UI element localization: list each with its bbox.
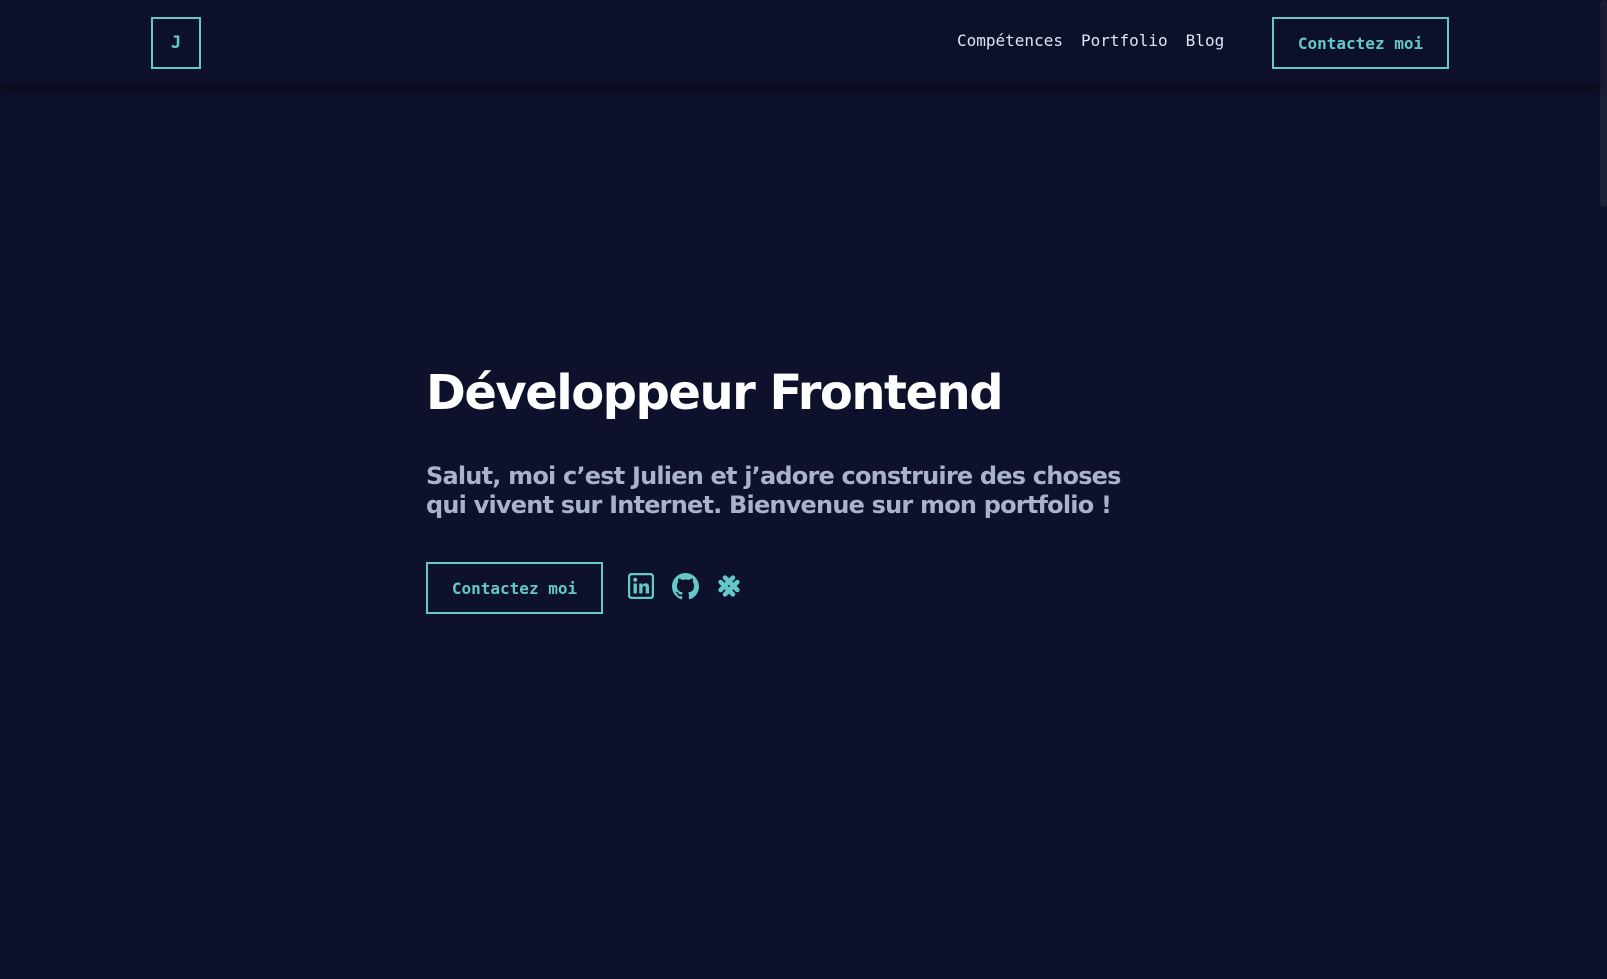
social-links (628, 572, 742, 600)
logo-button[interactable]: J (151, 17, 201, 69)
header-contact-button[interactable]: Contactez moi (1272, 17, 1449, 69)
linkedin-icon (628, 573, 654, 599)
hero-subtitle: Salut, moi c’est Julien et j’adore const… (426, 462, 1121, 519)
nav-link-blog[interactable]: Blog (1186, 30, 1225, 52)
hero-contact-button[interactable]: Contactez moi (426, 562, 603, 614)
malt-link[interactable] (716, 572, 742, 600)
site-header: J Compétences Portfolio Blog Contactez m… (0, 0, 1600, 84)
nav-link-portfolio[interactable]: Portfolio (1081, 30, 1168, 52)
linkedin-link[interactable] (628, 572, 654, 600)
malt-icon (715, 572, 743, 600)
scrollbar-thumb[interactable] (1600, 0, 1607, 207)
hero-title: Développeur Frontend (426, 365, 1004, 421)
page-scrollbar[interactable] (1600, 0, 1607, 979)
main-nav: Compétences Portfolio Blog (957, 30, 1224, 52)
nav-link-competences[interactable]: Compétences (957, 30, 1063, 52)
github-icon (671, 572, 699, 600)
github-link[interactable] (671, 572, 699, 600)
